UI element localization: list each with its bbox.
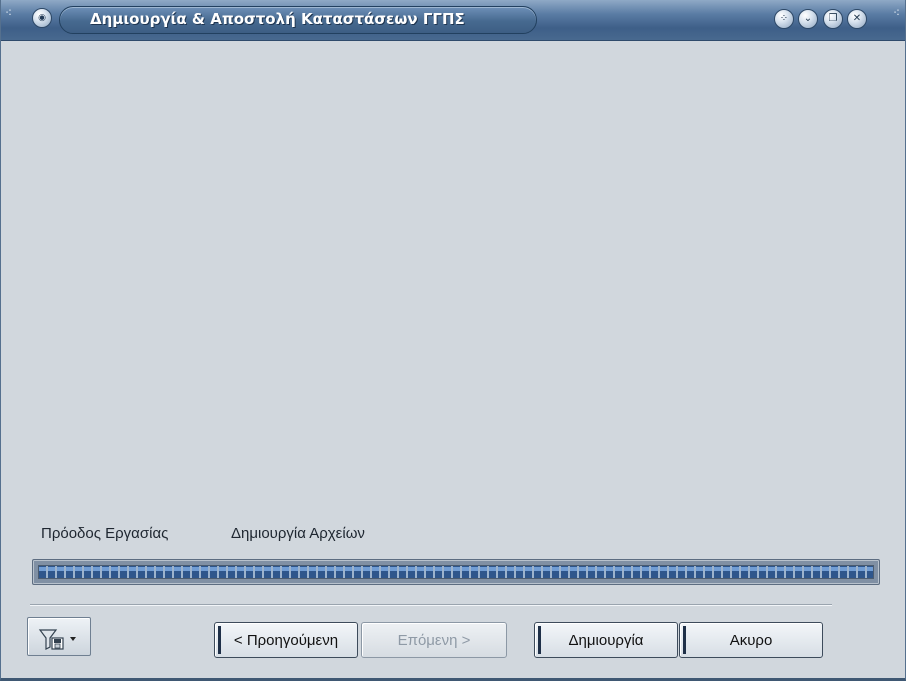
back-button[interactable]: < Προηγούμενη bbox=[214, 622, 358, 658]
footer-divider bbox=[30, 604, 832, 606]
progress-bar bbox=[32, 559, 880, 585]
filter-dropdown-button[interactable] bbox=[27, 617, 91, 656]
button-focus-bar bbox=[538, 626, 541, 654]
chevron-down-icon: ⌄ bbox=[803, 13, 813, 24]
grip-icon: ⁖ bbox=[893, 6, 901, 20]
next-button[interactable]: Επόμενη > bbox=[361, 622, 507, 658]
system-menu-icon: ◉ bbox=[38, 13, 46, 23]
progress-track bbox=[38, 565, 874, 579]
window-title: Δημιουργία & Αποστολή Καταστάσεων ΓΓΠΣ bbox=[90, 10, 465, 28]
create-button-label: Δημιουργία bbox=[568, 631, 644, 649]
content-area bbox=[1, 41, 905, 511]
next-button-label: Επόμενη > bbox=[397, 631, 471, 649]
minimize-button[interactable]: ⌄ bbox=[798, 9, 818, 29]
title-bar[interactable]: ⁖ ◉ Δημιουργία & Αποστολή Καταστάσεων ΓΓ… bbox=[1, 0, 905, 41]
filter-save-icon bbox=[38, 629, 76, 650]
progress-fill bbox=[39, 566, 873, 578]
create-button[interactable]: Δημιουργία bbox=[534, 622, 678, 658]
button-focus-bar bbox=[218, 626, 221, 654]
cancel-button-label: Ακυρο bbox=[729, 631, 773, 649]
maximize-button[interactable]: ❐ bbox=[823, 9, 843, 29]
close-button[interactable]: ✕ bbox=[847, 9, 867, 29]
wizard-window: ⁖ ◉ Δημιουργία & Αποστολή Καταστάσεων ΓΓ… bbox=[0, 0, 906, 681]
close-icon: ✕ bbox=[852, 13, 862, 24]
progress-label: Πρόοδος Εργασίας bbox=[41, 525, 169, 542]
restore-icon: ❐ bbox=[828, 13, 838, 24]
help-icon: ⁘ bbox=[779, 13, 789, 24]
back-button-label: < Προηγούμενη bbox=[233, 631, 339, 649]
cancel-button[interactable]: Ακυρο bbox=[679, 622, 823, 658]
progress-status: Δημιουργία Αρχείων bbox=[231, 525, 365, 542]
help-button[interactable]: ⁘ bbox=[774, 9, 794, 29]
title-tab: Δημιουργία & Αποστολή Καταστάσεων ΓΓΠΣ bbox=[59, 6, 537, 34]
grip-icon: ⁖ bbox=[5, 6, 12, 20]
system-menu-button[interactable]: ◉ bbox=[32, 8, 52, 28]
button-focus-bar bbox=[683, 626, 686, 654]
